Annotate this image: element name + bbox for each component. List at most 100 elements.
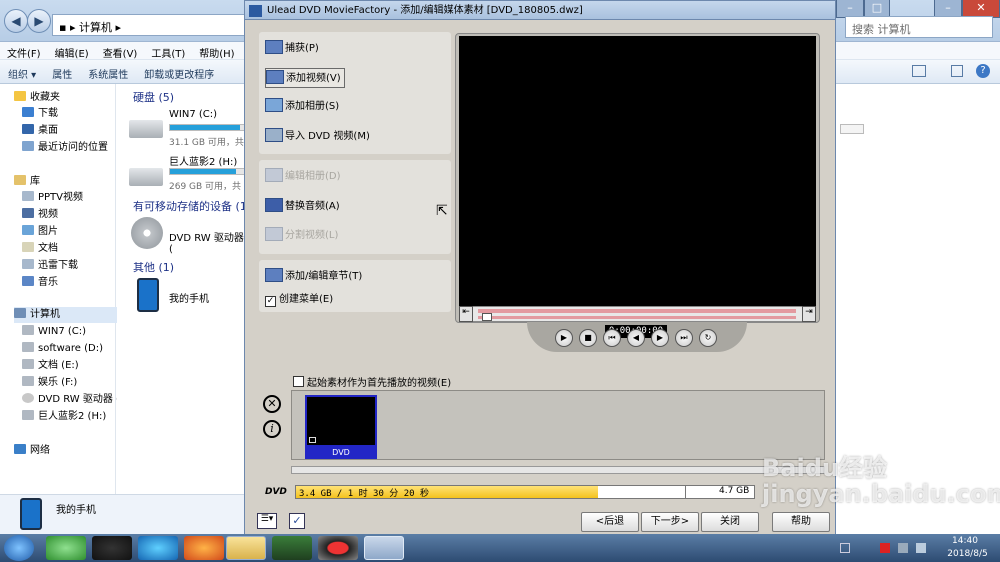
repeat-icon[interactable]: ↻ — [699, 329, 717, 347]
ulead-taskbar-icon[interactable] — [364, 536, 404, 560]
thumbnail-label: DVD — [305, 447, 377, 459]
checkbox-unchecked-icon — [293, 376, 304, 387]
add-album-icon — [265, 98, 283, 112]
ie-browser-icon[interactable] — [46, 536, 86, 560]
clock-date[interactable]: 2018/8/5 — [940, 549, 995, 559]
drive-h-usage-bar — [169, 168, 249, 175]
import-dvd-button[interactable]: 导入 DVD 视频(M) — [265, 127, 370, 147]
drive-icon — [22, 359, 34, 369]
system-properties-button[interactable]: 系统属性 — [80, 60, 136, 87]
edit-album-button[interactable]: 编辑相册(D) — [265, 167, 341, 187]
split-video-button[interactable]: 分割视频(L) — [265, 226, 338, 246]
organize-button[interactable]: 组织 ▾ — [0, 60, 44, 87]
sidebar-item-music[interactable]: 音乐 — [22, 275, 58, 291]
sidebar-item-dvd[interactable]: DVD RW 驱动器 (G — [22, 392, 128, 408]
drive-h-name[interactable]: 巨人蓝影2 (H:) — [169, 153, 237, 168]
add-video-button[interactable]: 添加视频(V) — [265, 68, 345, 88]
replace-audio-button[interactable]: 替换音频(A) — [265, 197, 340, 217]
address-bar[interactable]: ▪ ▸ 计算机 ▸ — [52, 14, 247, 36]
qq-icon[interactable] — [92, 536, 132, 560]
sidebar-item-downloads[interactable]: 下载 — [22, 106, 58, 122]
sidebar-item-recent[interactable]: 最近访问的位置 — [22, 140, 108, 156]
dialog-titlebar: Ulead DVD MovieFactory - 添加/编辑媒体素材 [DVD_… — [244, 0, 836, 20]
sidebar-item-videos[interactable]: 视频 — [22, 207, 58, 223]
forward-arrow-icon[interactable]: ▶ — [27, 9, 51, 33]
group-header-removable[interactable]: 有可移动存储的设备 (1 — [133, 198, 247, 214]
camcorder-icon — [265, 40, 283, 54]
remove-icon[interactable]: ✕ — [263, 395, 281, 413]
close-button[interactable]: 关闭 — [701, 512, 759, 532]
info-icon[interactable]: i — [263, 420, 281, 438]
record-app-icon[interactable] — [318, 536, 358, 560]
sidebar-item-drive-h[interactable]: 巨人蓝影2 (H:) — [22, 409, 106, 425]
sidebar-item-drive-e[interactable]: 文档 (E:) — [22, 358, 79, 374]
add-album-button[interactable]: 添加相册(S) — [265, 97, 339, 117]
strip-scrollbar[interactable] — [291, 466, 825, 474]
next-frame-icon[interactable]: ▶ — [651, 329, 669, 347]
my-phone-item[interactable]: 我的手机 — [169, 290, 209, 305]
properties-button[interactable]: 属性 — [44, 60, 80, 87]
help-button[interactable]: 帮助 — [772, 512, 830, 532]
sidebar-item-desktop[interactable]: 桌面 — [22, 123, 58, 139]
computer-icon: ▪ ▸ — [59, 21, 79, 34]
sidebar-item-pptv[interactable]: PPTV视频 — [22, 190, 83, 206]
next-button[interactable]: 下一步> — [641, 512, 699, 532]
first-play-checkbox[interactable]: 起始素材作为首先播放的视频(E) — [293, 374, 451, 389]
group-header-hdd[interactable]: 硬盘 (5) — [133, 89, 174, 105]
sidebar-item-documents[interactable]: 文档 — [22, 241, 58, 257]
drive-icon — [22, 376, 34, 386]
capacity-total: 4.7 GB — [719, 486, 750, 496]
view-options-icon[interactable] — [912, 65, 926, 77]
tray-show-hidden-icon[interactable] — [840, 543, 850, 553]
sidebar-network[interactable]: 网络 — [14, 443, 50, 459]
folder-icon — [22, 259, 34, 269]
drive-c-name[interactable]: WIN7 (C:) — [169, 109, 217, 120]
firefox-icon[interactable] — [184, 536, 224, 560]
taskbar: 14:40 2018/8/5 — [0, 534, 1000, 562]
mark-out-icon[interactable]: ⇥ — [802, 306, 816, 322]
previous-frame-icon[interactable]: ◀ — [627, 329, 645, 347]
help-icon[interactable]: ? — [976, 64, 990, 78]
dvd-rw-icon — [131, 217, 163, 249]
sidebar-item-drive-c[interactable]: WIN7 (C:) — [22, 324, 86, 340]
play-icon[interactable]: ▶ — [555, 329, 573, 347]
group-header-other[interactable]: 其他 (1) — [133, 259, 174, 275]
back-button[interactable]: <后退 — [581, 512, 639, 532]
tray-network-icon[interactable] — [898, 543, 908, 553]
clock-time[interactable]: 14:40 — [940, 536, 990, 546]
sidebar-favorites[interactable]: 收藏夹 — [14, 90, 60, 106]
sidebar-computer[interactable]: 计算机 — [14, 307, 129, 323]
folder-icon — [22, 191, 34, 201]
media-player-icon[interactable] — [272, 536, 312, 560]
sidebar-item-drive-d[interactable]: software (D:) — [22, 341, 103, 357]
sidebar-item-drive-f[interactable]: 娱乐 (F:) — [22, 375, 77, 391]
menu-list-icon[interactable]: ☰▾ — [257, 513, 277, 529]
trim-bar[interactable] — [459, 306, 816, 322]
add-chapter-button[interactable]: 添加/编辑章节(T) — [265, 267, 362, 287]
end-icon[interactable]: ⏭ — [675, 329, 693, 347]
sidebar-item-pictures[interactable]: 图片 — [22, 224, 58, 240]
check-icon[interactable]: ✓ — [289, 513, 305, 529]
scrub-handle[interactable] — [482, 313, 492, 321]
search-input[interactable]: 搜索 计算机 — [845, 16, 993, 38]
back-arrow-icon[interactable]: ◀ — [4, 9, 28, 33]
trim-range — [478, 309, 796, 313]
preview-pane-icon[interactable] — [951, 65, 963, 77]
breadcrumb: 计算机 — [78, 21, 112, 34]
start-orb-icon[interactable] — [4, 535, 34, 561]
tray-alert-icon[interactable] — [880, 543, 890, 553]
capture-button[interactable]: 捕获(P) — [265, 39, 319, 59]
media-thumbnail[interactable] — [305, 395, 377, 447]
explorer-folder-icon[interactable] — [226, 536, 266, 560]
mark-in-icon[interactable]: ⇤ — [459, 306, 473, 322]
dvd-drive-name[interactable]: DVD RW 驱动器 ( — [169, 229, 250, 255]
home-icon[interactable]: ⏮ — [603, 329, 621, 347]
media-app-icon[interactable] — [138, 536, 178, 560]
computer-icon — [14, 308, 26, 318]
tray-volume-icon[interactable] — [916, 543, 926, 553]
stop-icon[interactable]: ■ — [579, 329, 597, 347]
create-menu-checkbox[interactable]: ✓ 创建菜单(E) — [265, 290, 333, 310]
uninstall-button[interactable]: 卸载或更改程序 — [136, 60, 222, 87]
sidebar-libraries[interactable]: 库 — [14, 174, 40, 190]
sidebar-item-thunder[interactable]: 迅雷下载 — [22, 258, 78, 274]
